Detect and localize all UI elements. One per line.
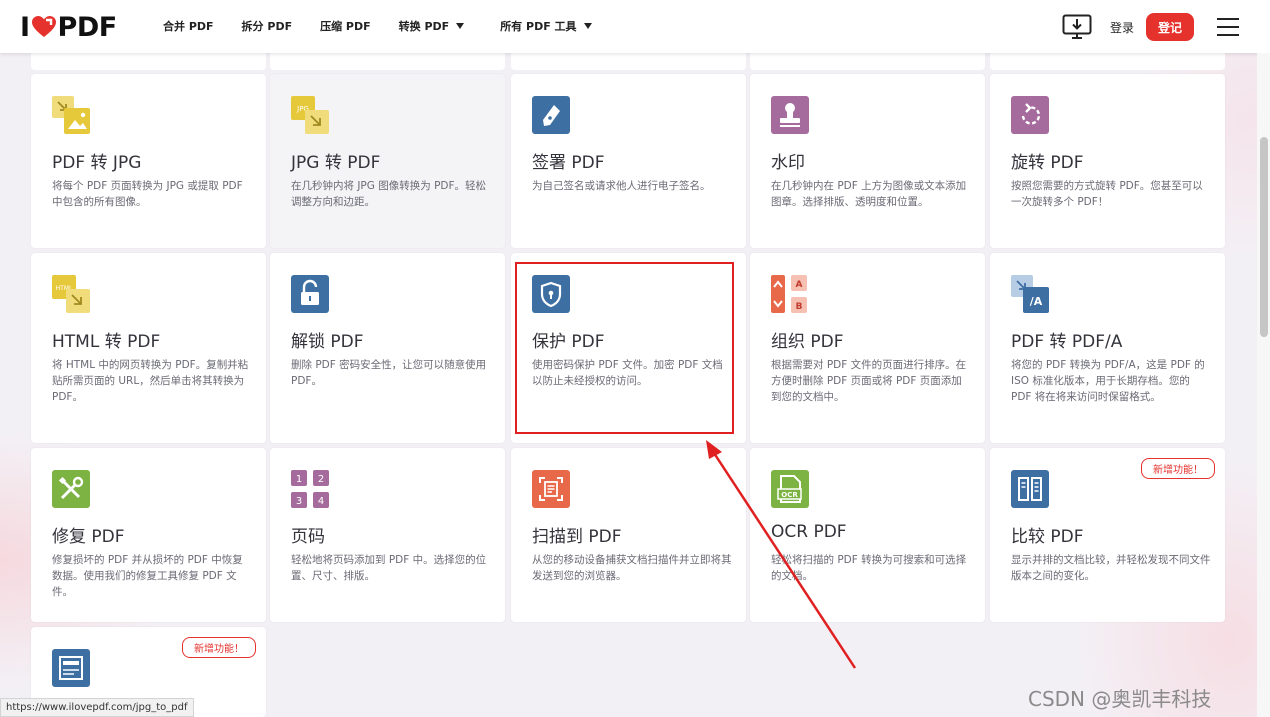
- tool-card-scan-to-pdf[interactable]: 扫描到 PDF 从您的移动设备捕获文档扫描件并立即将其发送到您的浏览器。: [511, 448, 746, 622]
- nav-label: 转换 PDF: [398, 20, 450, 33]
- tool-title: 修复 PDF: [52, 527, 125, 547]
- tool-card-html-to-pdf[interactable]: HTML HTML 转 PDF 将 HTML 中的网页转换为 PDF。复制并粘贴…: [31, 253, 266, 443]
- svg-text:B: B: [796, 302, 803, 312]
- svg-text:3: 3: [296, 496, 302, 507]
- nav-label: 拆分 PDF: [241, 20, 293, 33]
- nav-label: 所有 PDF 工具: [500, 20, 577, 33]
- card-stub: [31, 53, 266, 70]
- tool-description: 删除 PDF 密码安全性，让您可以随意使用 PDF。: [291, 359, 487, 387]
- logo-text-pdf: PDF: [57, 11, 118, 43]
- compare-pdf-icon: [1011, 470, 1049, 508]
- logo-letter-i: I: [20, 11, 30, 43]
- tool-card-pdf-to-jpg[interactable]: PDF 转 JPG 将每个 PDF 页面转换为 JPG 或提取 PDF 中包含的…: [31, 74, 266, 248]
- tool-title: 解锁 PDF: [291, 332, 364, 352]
- tool-title: PDF 转 JPG: [52, 153, 142, 173]
- tool-title: PDF 转 PDF/A: [1011, 332, 1123, 352]
- tool-title: HTML 转 PDF: [52, 332, 161, 352]
- card-stub: [270, 53, 505, 70]
- nav-compress-pdf[interactable]: 压缩 PDF: [320, 18, 371, 34]
- login-link[interactable]: 登录: [1110, 19, 1134, 36]
- organize-pdf-icon: A B: [771, 275, 807, 313]
- tool-card-repair-pdf[interactable]: 修复 PDF 修复损坏的 PDF 并从损坏的 PDF 中恢复数据。使用我们的修复…: [31, 448, 266, 622]
- svg-text:4: 4: [318, 496, 324, 507]
- tool-title: 页码: [291, 527, 325, 547]
- svg-text:A: A: [796, 280, 803, 290]
- tool-title: 扫描到 PDF: [532, 527, 622, 547]
- heart-icon: [31, 16, 56, 37]
- svg-text:2: 2: [318, 474, 324, 485]
- hamburger-menu-icon[interactable]: [1217, 18, 1239, 36]
- unlock-pdf-icon: [291, 275, 329, 313]
- tool-card-organize-pdf[interactable]: A B 组织 PDF 根据需要对 PDF 文件的页面进行排序。在方便时删除 PD…: [750, 253, 985, 443]
- scan-to-pdf-icon: [532, 470, 570, 508]
- caret-down-icon: [583, 23, 592, 29]
- scrollbar-thumb[interactable]: [1260, 137, 1268, 337]
- tool-description: 将 HTML 中的网页转换为 PDF。复制并粘贴所需页面的 URL，然后单击将其…: [52, 359, 249, 403]
- tool-description: 显示并排的文档比较，并轻松发现不同文件版本之间的变化。: [1011, 554, 1211, 582]
- tool-title: 水印: [771, 153, 805, 173]
- card-stub: [990, 53, 1225, 70]
- tool-description: 在几秒钟内在 PDF 上方为图像或文本添加图章。选择排版、透明度和位置。: [771, 180, 967, 208]
- tool-description: 将每个 PDF 页面转换为 JPG 或提取 PDF 中包含的所有图像。: [52, 180, 243, 208]
- redact-pdf-icon: [52, 649, 90, 687]
- nav-all-pdf-tools[interactable]: 所有 PDF 工具: [500, 18, 592, 34]
- tool-card-rotate-pdf[interactable]: 旋转 PDF 按照您需要的方式旋转 PDF。您甚至可以一次旋转多个 PDF！: [990, 74, 1225, 248]
- status-bar-url: https://www.ilovepdf.com/jpg_to_pdf: [0, 698, 194, 717]
- tool-card-sign-pdf[interactable]: 签署 PDF 为自己签名或请求他人进行电子签名。: [511, 74, 746, 248]
- nav-label: 压缩 PDF: [320, 20, 371, 33]
- tool-description: 根据需要对 PDF 文件的页面进行排序。在方便时删除 PDF 页面或将 PDF …: [771, 359, 967, 403]
- caret-down-icon: [456, 23, 465, 29]
- tool-card-jpg-to-pdf[interactable]: JPG JPG 转 PDF 在几秒钟内将 JPG 图像转换为 PDF。轻松调整方…: [270, 74, 505, 248]
- nav-split-pdf[interactable]: 拆分 PDF: [242, 18, 293, 34]
- tool-description: 轻松地将页码添加到 PDF 中。选择您的位置、尺寸、排版。: [291, 554, 487, 582]
- tool-description: 从您的移动设备捕获文档扫描件并立即将其发送到您的浏览器。: [532, 554, 732, 582]
- rotate-pdf-icon: [1011, 96, 1049, 134]
- svg-text:/A: /A: [1030, 295, 1043, 308]
- ilovepdf-logo[interactable]: I PDF: [20, 10, 117, 44]
- pdf-to-pdfa-icon: /A: [1011, 275, 1049, 313]
- svg-text:OCR: OCR: [781, 491, 798, 499]
- ocr-pdf-icon: OCR: [771, 470, 809, 508]
- annotation-highlight-box: [515, 262, 734, 434]
- nav-label: 合并 PDF: [163, 20, 214, 33]
- tool-card-watermark[interactable]: 水印 在几秒钟内在 PDF 上方为图像或文本添加图章。选择排版、透明度和位置。: [750, 74, 985, 248]
- tool-title: OCR PDF: [771, 522, 847, 542]
- sign-pdf-icon: [532, 96, 570, 134]
- tool-description: 在几秒钟内将 JPG 图像转换为 PDF。轻松调整方向和边距。: [291, 180, 487, 208]
- stamp-icon: [771, 96, 809, 134]
- tool-card-ocr-pdf[interactable]: OCR OCR PDF 轻松将扫描的 PDF 转换为可搜索和可选择的文档。: [750, 448, 985, 622]
- card-stub: [750, 53, 985, 70]
- signup-button[interactable]: 登记: [1146, 13, 1194, 41]
- tool-description: 修复损坏的 PDF 并从损坏的 PDF 中恢复数据。使用我们的修复工具修复 PD…: [52, 554, 243, 598]
- tool-description: 为自己签名或请求他人进行电子签名。: [532, 180, 711, 192]
- tool-card-unlock-pdf[interactable]: 解锁 PDF 删除 PDF 密码安全性，让您可以随意使用 PDF。: [270, 253, 505, 443]
- csdn-watermark: CSDN @奥凯丰科技: [1028, 687, 1212, 711]
- tool-card-pdf-to-pdfa[interactable]: /A PDF 转 PDF/A 将您的 PDF 转换为 PDF/A，这是 PDF …: [990, 253, 1225, 443]
- new-feature-badge: 新增功能！: [1141, 458, 1215, 479]
- new-feature-badge: 新增功能！: [182, 637, 256, 658]
- tool-title: 组织 PDF: [771, 332, 844, 352]
- card-stub: [511, 53, 746, 70]
- page-scrollbar[interactable]: [1257, 53, 1270, 717]
- tool-card-page-numbers[interactable]: 1 2 3 4 页码 轻松地将页码添加到 PDF 中。选择您的位置、尺寸、排版。: [270, 448, 505, 622]
- nav-convert-pdf[interactable]: 转换 PDF: [399, 18, 465, 34]
- tool-description: 按照您需要的方式旋转 PDF。您甚至可以一次旋转多个 PDF！: [1011, 180, 1203, 208]
- page-numbers-icon: 1 2 3 4: [291, 470, 329, 508]
- download-desktop-icon[interactable]: [1062, 14, 1092, 40]
- tool-title: 旋转 PDF: [1011, 153, 1084, 173]
- tool-card-compare-pdf[interactable]: 新增功能！ 比较 PDF 显示并排的文档比较，并轻松发现不同文件版本之间的变化。: [990, 448, 1225, 622]
- top-navbar: I PDF 合并 PDF 拆分 PDF 压缩 PDF 转换 PDF 所有 PDF…: [0, 0, 1270, 53]
- tool-title: JPG 转 PDF: [291, 153, 381, 173]
- main-nav: 合并 PDF 拆分 PDF 压缩 PDF 转换 PDF 所有 PDF 工具: [163, 18, 620, 34]
- nav-merge-pdf[interactable]: 合并 PDF: [163, 18, 214, 34]
- jpg-to-pdf-icon: JPG: [291, 96, 329, 134]
- pdf-to-jpg-icon: [52, 96, 90, 134]
- tool-title: 签署 PDF: [532, 153, 605, 173]
- svg-text:1: 1: [296, 474, 302, 485]
- tool-description: 将您的 PDF 转换为 PDF/A，这是 PDF 的 ISO 标准化版本，用于长…: [1011, 359, 1205, 403]
- tool-title: 比较 PDF: [1011, 527, 1084, 547]
- repair-tools-icon: [52, 470, 90, 508]
- html-to-pdf-icon: HTML: [52, 275, 90, 313]
- tool-description: 轻松将扫描的 PDF 转换为可搜索和可选择的文档。: [771, 554, 967, 582]
